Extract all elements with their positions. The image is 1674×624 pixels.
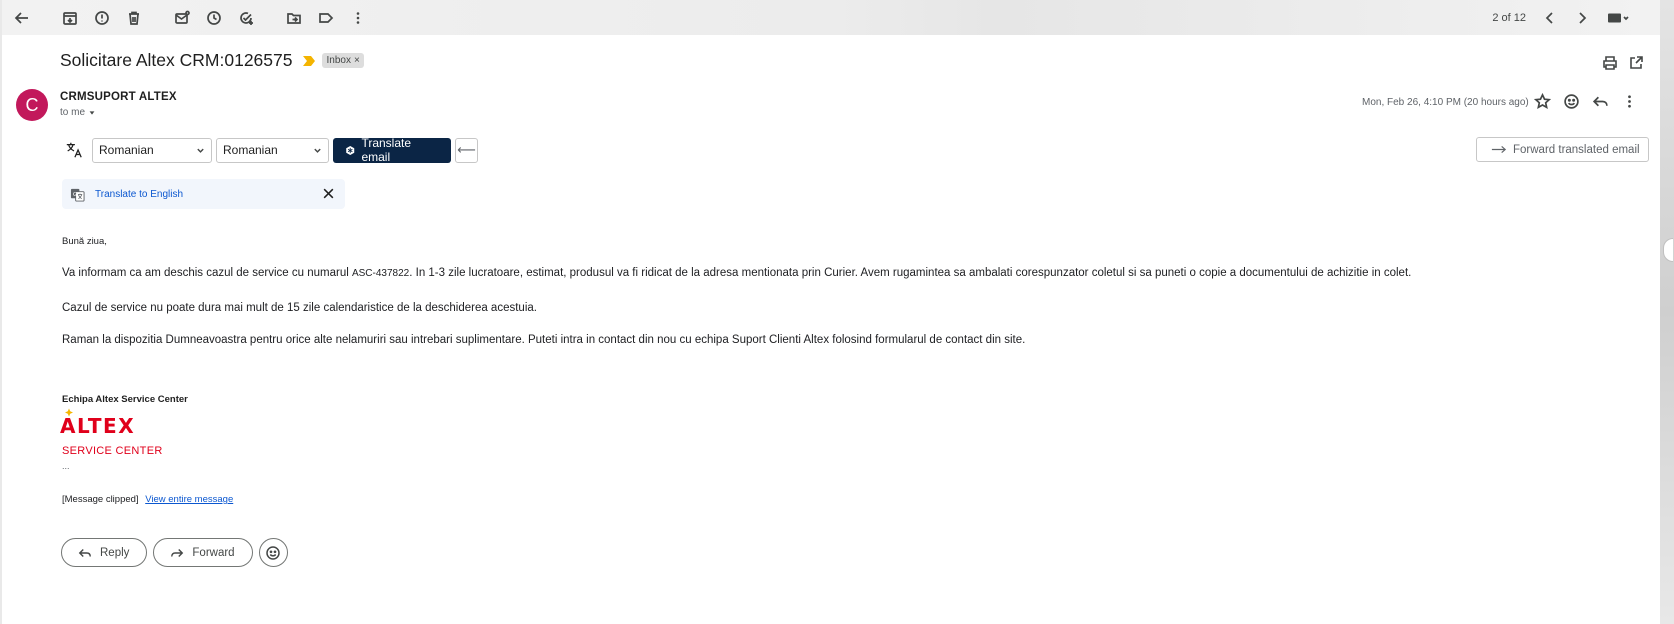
pager-count: 2 of 12 xyxy=(1492,11,1526,24)
recipient-details[interactable]: to me xyxy=(60,107,96,118)
chevron-left-icon xyxy=(1545,11,1553,24)
message-clipped-notice: [Message clipped] View entire message xyxy=(62,494,233,505)
target-language-value: Romanian xyxy=(223,143,278,157)
chevron-down-icon xyxy=(314,148,321,153)
email-subject: Solicitare Altex CRM:0126575 xyxy=(60,50,293,70)
older-button[interactable] xyxy=(1566,2,1598,34)
thread-actions xyxy=(1602,55,1644,71)
close-icon[interactable] xyxy=(322,187,335,200)
move-to-button[interactable] xyxy=(278,2,310,34)
emoji-reaction-button[interactable] xyxy=(258,538,288,567)
add-task-icon xyxy=(240,11,253,25)
body-paragraph-2: Cazul de service nu poate dura mai mult … xyxy=(62,302,537,314)
sender-avatar[interactable]: C xyxy=(16,89,48,121)
inbox-label-chip: Inbox × xyxy=(322,53,364,68)
forward-button[interactable]: Forward xyxy=(153,538,253,567)
body-paragraph-3: Raman la dispozitia Dumneavoastra pentru… xyxy=(62,334,1026,346)
mark-unread-button[interactable] xyxy=(166,2,198,34)
revert-translation-button[interactable]: ⟵ xyxy=(455,137,478,163)
forward-label: Forward xyxy=(192,546,235,559)
report-spam-icon xyxy=(95,10,109,25)
archive-button[interactable] xyxy=(54,2,86,34)
recipient-text: to me xyxy=(60,107,86,118)
reply-button[interactable]: Reply xyxy=(61,538,148,567)
input-tools-button[interactable] xyxy=(1598,2,1638,34)
open-in-new-window-icon[interactable] xyxy=(1628,55,1644,71)
archive-icon xyxy=(63,11,77,25)
source-language-select[interactable]: Romanian xyxy=(92,137,212,163)
translate-toolbar: Romanian Romanian Translate email ⟵ xyxy=(62,136,478,164)
svg-text:ALTEX: ALTEX xyxy=(60,414,135,436)
chevron-right-icon xyxy=(1579,11,1587,24)
label-button[interactable] xyxy=(310,2,342,34)
emoji-icon xyxy=(266,545,280,560)
email-panel: 2 of 12 Solicitare Altex CRM:0126575 Inb… xyxy=(2,0,1660,624)
translate-to-english-link[interactable]: Translate to English xyxy=(95,189,183,200)
star-icon[interactable] xyxy=(1534,93,1551,110)
label-icon xyxy=(319,12,334,23)
body-paragraph-1: Va informam ca am deschis cazul de servi… xyxy=(62,267,1411,279)
remove-label-button[interactable]: × xyxy=(354,55,360,66)
caret-down-icon xyxy=(89,110,95,115)
side-panel-edge xyxy=(1660,0,1674,624)
reply-icon[interactable] xyxy=(1592,93,1609,110)
newer-button[interactable] xyxy=(1534,2,1566,34)
subject-row: Solicitare Altex CRM:0126575 Inbox × xyxy=(60,50,364,71)
arrow-right-icon xyxy=(1491,145,1507,154)
reply-actions: Reply Forward xyxy=(61,538,288,567)
translate-icon xyxy=(62,138,86,162)
reply-label: Reply xyxy=(100,546,130,559)
side-panel-toggle[interactable] xyxy=(1663,238,1673,262)
translate-gem-icon xyxy=(346,145,355,155)
translate-email-label: Translate email xyxy=(361,136,412,164)
translate-email-button[interactable]: Translate email xyxy=(333,136,451,164)
emoji-reaction-icon[interactable] xyxy=(1563,93,1580,110)
snooze-icon xyxy=(207,10,221,25)
sender-name[interactable]: CRMSUPORT ALTEX xyxy=(60,91,177,103)
google-translate-icon: G xyxy=(70,188,85,202)
trimmed-content-toggle[interactable]: ... xyxy=(62,461,70,471)
move-to-icon xyxy=(287,12,301,24)
snooze-button[interactable] xyxy=(198,2,230,34)
translate-to-english-banner: G Translate to English xyxy=(62,179,345,209)
add-task-button[interactable] xyxy=(230,2,262,34)
source-language-value: Romanian xyxy=(99,143,154,157)
label-text: Inbox xyxy=(326,55,351,66)
more-vert-icon xyxy=(356,11,360,24)
delete-icon xyxy=(129,11,139,25)
forward-icon xyxy=(171,548,184,557)
delete-button[interactable] xyxy=(118,2,150,34)
forward-translated-label: Forward translated email xyxy=(1513,143,1640,156)
message-actions xyxy=(1534,93,1638,110)
view-entire-message-link[interactable]: View entire message xyxy=(145,494,233,505)
greeting: Bună ziua, xyxy=(62,236,107,247)
more-options-button[interactable] xyxy=(342,2,374,34)
more-vert-icon[interactable] xyxy=(1621,93,1638,110)
body-text-part: . In 1-3 zile lucratoare, estimat, produ… xyxy=(409,267,1412,279)
service-center-text: SERVICE CENTER xyxy=(62,445,163,457)
email-date: Mon, Feb 26, 4:10 PM (20 hours ago) xyxy=(1362,97,1529,108)
print-icon[interactable] xyxy=(1602,55,1618,71)
reply-icon xyxy=(78,548,91,557)
keyboard-icon xyxy=(1608,13,1629,22)
toolbar-right: 2 of 12 xyxy=(1492,2,1660,34)
back-arrow-icon xyxy=(14,11,28,24)
body-text-part: Va informam ca am deschis cazul de servi… xyxy=(62,267,352,279)
altex-logo: ALTEX xyxy=(60,408,135,436)
report-spam-button[interactable] xyxy=(86,2,118,34)
clipped-text: [Message clipped] xyxy=(62,494,139,505)
case-number: ASC-437822 xyxy=(351,268,410,279)
chevron-down-icon xyxy=(197,148,204,153)
email-body: Bună ziua, Va informam ca am deschis caz… xyxy=(62,236,1542,346)
email-toolbar: 2 of 12 xyxy=(2,0,1660,35)
mark-unread-icon xyxy=(175,10,190,24)
forward-translated-email-button[interactable]: Forward translated email xyxy=(1476,137,1649,162)
svg-text:G: G xyxy=(73,191,77,197)
back-button[interactable] xyxy=(6,2,38,34)
signature-team: Echipa Altex Service Center xyxy=(62,394,188,405)
importance-marker-icon[interactable] xyxy=(302,55,316,67)
target-language-select[interactable]: Romanian xyxy=(216,137,329,163)
